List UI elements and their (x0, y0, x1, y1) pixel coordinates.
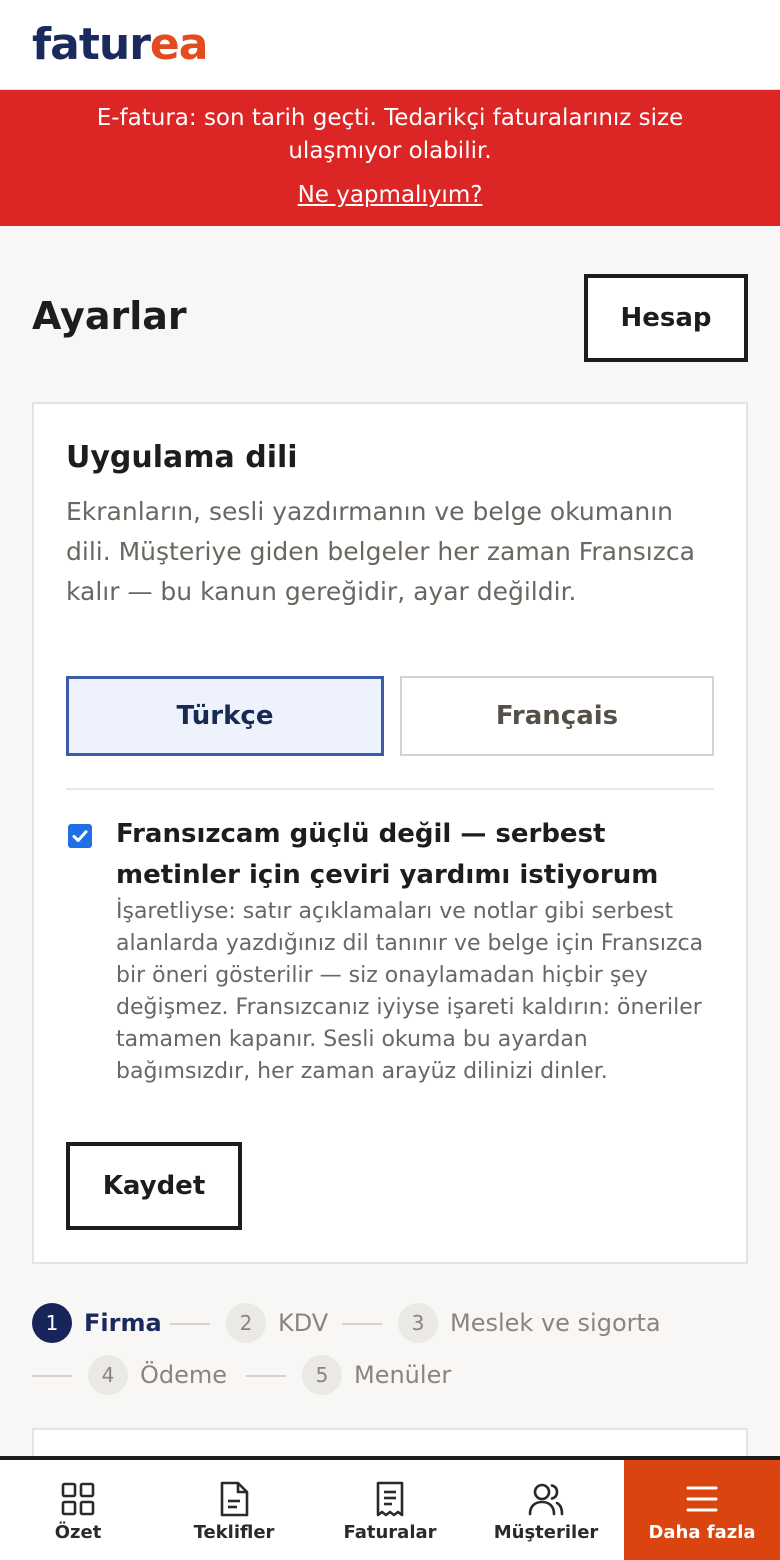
nav-item-faturalar[interactable]: Faturalar (312, 1460, 468, 1560)
e-invoice-alert-banner: E-fatura: son tarih geçti. Tedarikçi fat… (0, 90, 780, 226)
step-number: 5 (302, 1355, 342, 1395)
step-label: KDV (278, 1309, 329, 1337)
step-firma[interactable]: 1 Firma (32, 1303, 162, 1343)
step-label: Meslek ve sigorta (450, 1309, 661, 1337)
save-button[interactable]: Kaydet (66, 1142, 242, 1230)
step-number: 4 (88, 1355, 128, 1395)
language-settings-card: Uygulama dili Ekranların, sesli yazdırma… (32, 402, 748, 1264)
page-title: Ayarlar (32, 294, 187, 338)
step-number: 3 (398, 1303, 438, 1343)
nav-label: Teklifler (193, 1522, 275, 1543)
nav-label: Müşteriler (493, 1522, 599, 1543)
nav-item-teklifler[interactable]: Teklifler (156, 1460, 312, 1560)
step-odeme[interactable]: 4 Ödeme (88, 1355, 227, 1395)
nav-item-daha-fazla[interactable]: Daha fazla (624, 1460, 780, 1560)
receipt-icon (376, 1481, 404, 1517)
document-icon (220, 1481, 249, 1517)
step-kdv[interactable]: 2 KDV (226, 1303, 328, 1343)
bottom-navigation: Özet Teklifler Faturalar Müşteriler Daha… (0, 1456, 780, 1560)
translation-help-description: İşaretliyse: satır açıklamaları ve notla… (116, 899, 704, 1084)
step-number: 1 (32, 1303, 72, 1343)
translation-help-label[interactable]: Fransızcam güçlü değil — serbest metinle… (116, 814, 726, 896)
app-logo[interactable]: faturea (32, 18, 209, 72)
language-option-turkish[interactable]: Türkçe (66, 676, 384, 756)
checkmark-icon (72, 830, 88, 842)
nav-label: Faturalar (343, 1522, 437, 1543)
step-label: Ödeme (140, 1361, 228, 1389)
step-connector (32, 1375, 72, 1377)
card-description: Ekranların, sesli yazdırmanın ve belge o… (66, 497, 695, 606)
step-label: Menüler (354, 1361, 452, 1389)
card-title: Uygulama dili (66, 440, 298, 475)
language-option-french[interactable]: Français (400, 676, 714, 756)
banner-help-link[interactable]: Ne yapmalıyım? (0, 182, 780, 208)
step-connector (342, 1323, 382, 1325)
top-bar: faturea (0, 0, 780, 90)
translation-help-checkbox[interactable] (68, 824, 92, 848)
step-label: Firma (84, 1309, 162, 1337)
logo-part-2: ea (149, 19, 209, 70)
step-meslek[interactable]: 3 Meslek ve sigorta (398, 1303, 661, 1343)
nav-item-ozet[interactable]: Özet (0, 1460, 156, 1560)
nav-item-musteriler[interactable]: Müşteriler (468, 1460, 624, 1560)
grid-icon (61, 1482, 95, 1516)
divider (66, 788, 714, 790)
nav-label: Daha fazla (648, 1522, 756, 1543)
banner-message: E-fatura: son tarih geçti. Tedarikçi fat… (96, 105, 684, 164)
step-menuler[interactable]: 5 Menüler (302, 1355, 451, 1395)
logo-part-1: fatur (32, 19, 151, 70)
step-connector (170, 1323, 210, 1325)
account-button[interactable]: Hesap (584, 274, 748, 362)
step-number: 2 (226, 1303, 266, 1343)
nav-label: Özet (54, 1522, 102, 1543)
step-connector (246, 1375, 286, 1377)
users-icon (528, 1483, 564, 1516)
menu-icon (686, 1486, 718, 1512)
